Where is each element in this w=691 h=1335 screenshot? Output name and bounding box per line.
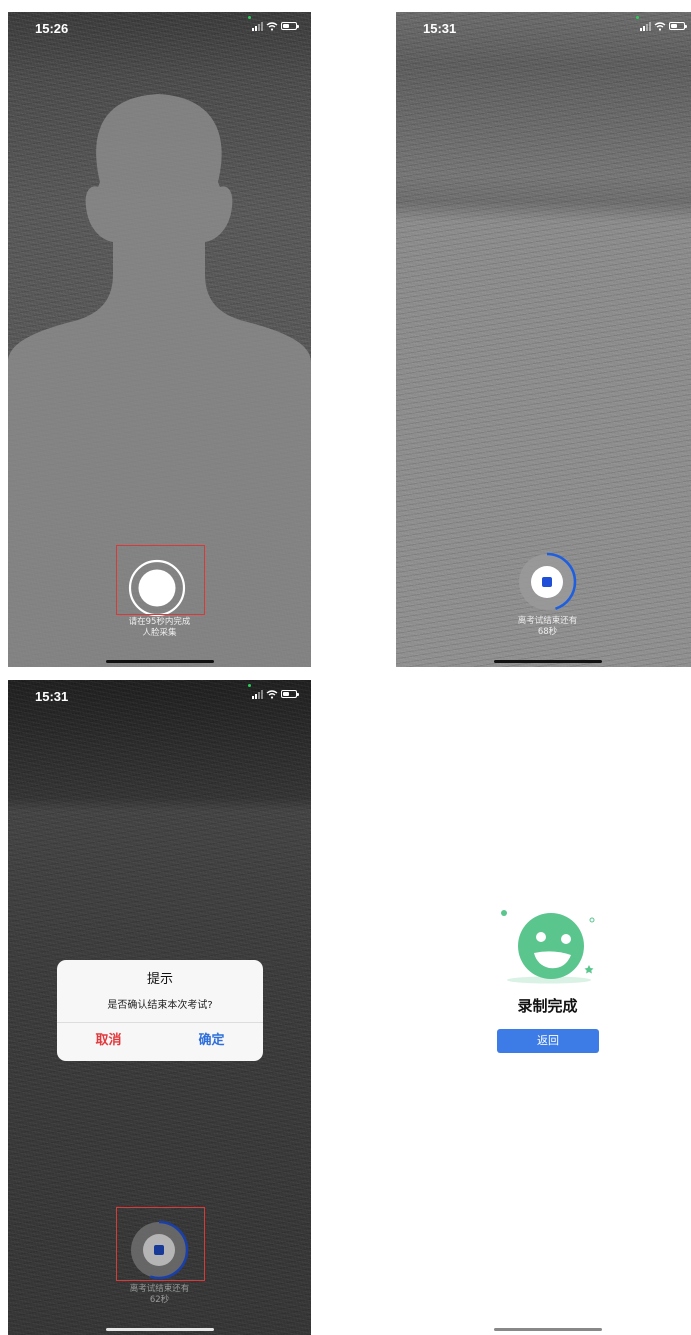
status-bar: 15:31 [8, 680, 311, 710]
dialog-divider [57, 1022, 263, 1023]
countdown-caption: 离考试结束还有 68秒 [396, 616, 691, 638]
highlight-box [116, 1207, 205, 1281]
status-bar: 15:26 [8, 12, 311, 42]
status-time: 15:31 [35, 689, 69, 704]
screen-recording-complete: 录制完成 返回 [396, 680, 691, 1335]
mic-indicator-dot [636, 16, 639, 19]
capture-caption: 请在95秒内完成 人脸采集 [8, 617, 311, 639]
highlight-box [116, 545, 205, 615]
home-indicator [105, 660, 214, 663]
status-icons [640, 21, 687, 31]
caption-line: 68秒 [537, 627, 558, 637]
page-title: 录制完成 [517, 997, 578, 1015]
countdown-caption: 离考试结束还有 62秒 [8, 1284, 311, 1306]
dialog-title: 提示 [146, 972, 173, 987]
screen-face-capture: 15:26 请在95秒内完成 人脸采集 [8, 12, 311, 667]
wifi-icon [266, 21, 278, 31]
wifi-icon [266, 689, 278, 699]
signal-icon [640, 21, 651, 31]
home-indicator [493, 1328, 602, 1331]
home-indicator [105, 1328, 214, 1331]
mic-indicator-dot [248, 684, 251, 687]
battery-icon [669, 22, 687, 30]
confirm-dialog: 提示 是否确认结束本次考试? 取消 确定 [57, 960, 263, 1061]
home-indicator [493, 660, 602, 663]
back-button[interactable]: 返回 [497, 1029, 599, 1053]
cancel-button[interactable]: 取消 [57, 1026, 160, 1061]
dialog-message: 是否确认结束本次考试? [107, 1000, 213, 1011]
status-bar: 15:31 [396, 12, 691, 42]
status-time: 15:26 [35, 21, 69, 36]
stop-record-button[interactable] [515, 550, 579, 614]
battery-icon [281, 690, 299, 698]
status-time: 15:31 [423, 21, 457, 36]
caption-line: 62秒 [149, 1295, 170, 1305]
battery-icon [281, 22, 299, 30]
screen-confirm-end: 15:31 提示 是否确认结束本次考试? 取消 确定 离考试结束还有 62秒 [8, 680, 311, 1335]
caption-line: 人脸采集 [142, 628, 177, 638]
confirm-button[interactable]: 确定 [160, 1026, 263, 1061]
screen-recording: 15:31 离考试结束还有 68秒 [396, 12, 691, 667]
caption-line: 离考试结束还有 [129, 1284, 190, 1294]
caption-line: 离考试结束还有 [517, 616, 578, 626]
signal-icon [252, 21, 263, 31]
status-icons [252, 21, 299, 31]
smiley-illustration-icon [501, 910, 595, 984]
status-icons [252, 689, 299, 699]
mic-indicator-dot [248, 16, 251, 19]
caption-line: 请在95秒内完成 [128, 617, 191, 627]
stop-icon [542, 577, 552, 587]
wifi-icon [654, 21, 666, 31]
signal-icon [252, 689, 263, 699]
